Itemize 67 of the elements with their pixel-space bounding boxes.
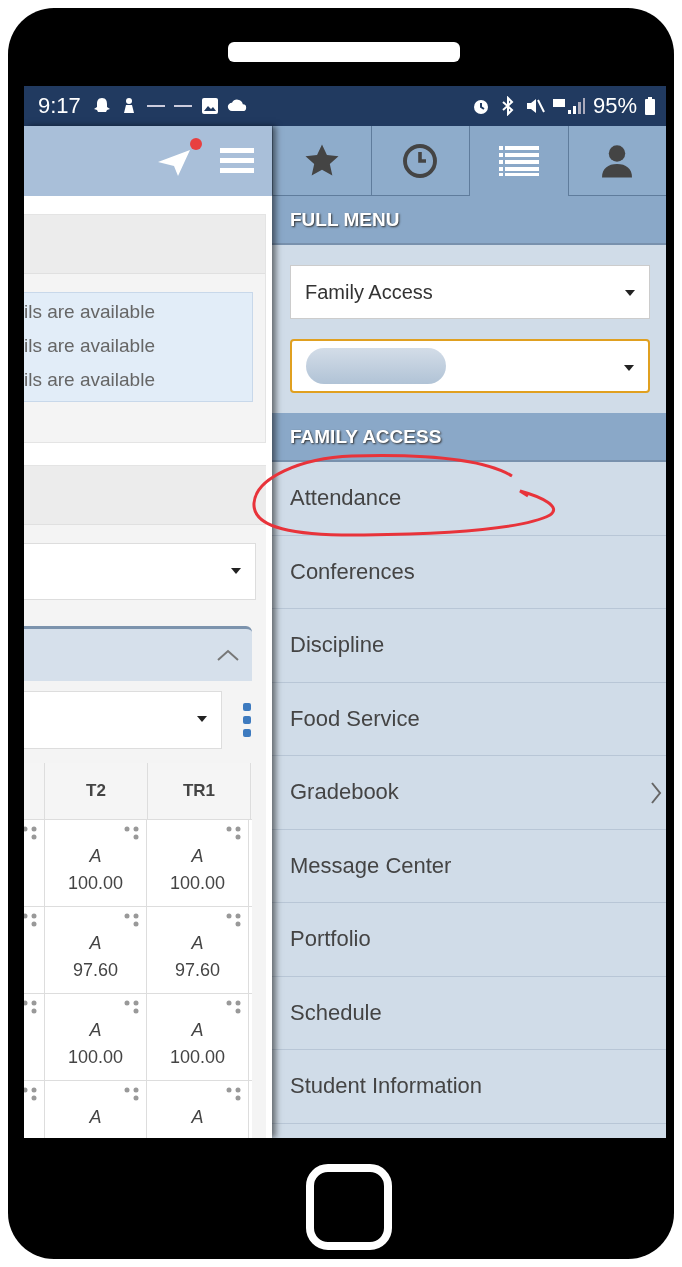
grade-score: 97.60 bbox=[72, 960, 118, 981]
status-time: 9:17 bbox=[38, 93, 81, 119]
dots-icon[interactable] bbox=[124, 913, 140, 927]
list-icon bbox=[498, 145, 539, 177]
student-dropdown[interactable] bbox=[290, 339, 650, 393]
section-header: FAMILY ACCESS bbox=[272, 413, 666, 462]
clock-icon bbox=[402, 142, 439, 179]
signal-icon bbox=[551, 96, 586, 116]
letter-grade: A bbox=[89, 846, 102, 867]
letter-grade: A bbox=[191, 1107, 204, 1128]
menu-item[interactable]: Food Service bbox=[272, 682, 666, 756]
image-icon bbox=[199, 96, 220, 116]
letter-grade: A bbox=[191, 933, 204, 954]
info-text: ils are available bbox=[24, 335, 156, 357]
chevron-right-icon bbox=[650, 781, 662, 805]
menu-item[interactable]: Conferences bbox=[272, 535, 666, 609]
dots-icon[interactable] bbox=[226, 826, 242, 840]
menu-item[interactable]: Schedule bbox=[272, 976, 666, 1050]
kebab-icon[interactable] bbox=[242, 702, 252, 738]
info-text: ils are available bbox=[24, 301, 156, 323]
module-dropdown[interactable]: Family Access bbox=[290, 265, 650, 319]
caret-icon bbox=[231, 568, 241, 574]
column-header: T2 bbox=[45, 763, 148, 819]
menu-tab[interactable] bbox=[370, 126, 469, 196]
grade-score: 100.00 bbox=[67, 1047, 124, 1068]
dots-icon[interactable] bbox=[24, 826, 38, 840]
dots-icon[interactable] bbox=[226, 1087, 242, 1101]
menu-item[interactable]: Discipline bbox=[272, 609, 666, 683]
column-header: TR1 bbox=[148, 763, 251, 819]
section-header: FULL MENU bbox=[272, 196, 666, 245]
menu-item[interactable]: Gradebook bbox=[272, 756, 666, 830]
letter-grade: A bbox=[191, 846, 204, 867]
dots-icon[interactable] bbox=[24, 1000, 38, 1014]
dots-icon[interactable] bbox=[226, 913, 242, 927]
dropdown-field[interactable] bbox=[24, 691, 222, 749]
menu-item[interactable]: Portfolio bbox=[272, 903, 666, 977]
info-text: ils are available bbox=[24, 369, 156, 391]
menu-tab[interactable] bbox=[567, 126, 666, 196]
menu-icon[interactable] bbox=[220, 146, 254, 176]
dots-icon[interactable] bbox=[24, 1087, 38, 1101]
menu-item[interactable]: Attendance bbox=[272, 462, 666, 536]
battery-percentage: 95% bbox=[592, 93, 637, 119]
dots-icon[interactable] bbox=[24, 913, 38, 927]
dots-icon[interactable] bbox=[226, 1000, 242, 1014]
letter-grade: A bbox=[89, 933, 102, 954]
mute-icon bbox=[524, 96, 545, 116]
home-button[interactable] bbox=[306, 1164, 392, 1250]
dots-icon[interactable] bbox=[124, 826, 140, 840]
dropdown-field[interactable] bbox=[24, 543, 256, 600]
grade-score: 100.00 bbox=[67, 873, 124, 894]
grade-score: 100.00 bbox=[169, 873, 226, 894]
menu-item[interactable]: Message Center bbox=[272, 829, 666, 903]
letter-grade: A bbox=[89, 1020, 102, 1041]
caret-icon bbox=[625, 290, 635, 296]
caret-icon bbox=[624, 365, 634, 371]
grade-score: 100.00 bbox=[169, 1047, 226, 1068]
dots-icon[interactable] bbox=[124, 1000, 140, 1014]
chevron-up-icon[interactable] bbox=[216, 648, 240, 662]
grade-score: 97.60 bbox=[174, 960, 220, 981]
dots-icon[interactable] bbox=[124, 1087, 140, 1101]
menu-tab[interactable] bbox=[469, 126, 568, 196]
letter-grade: A bbox=[191, 1020, 204, 1041]
battery-icon bbox=[644, 96, 656, 116]
letter-grade: A bbox=[89, 1107, 102, 1128]
caret-icon bbox=[197, 716, 207, 722]
menu-tab[interactable] bbox=[272, 126, 371, 196]
menu-item[interactable]: Student Information bbox=[272, 1050, 666, 1124]
